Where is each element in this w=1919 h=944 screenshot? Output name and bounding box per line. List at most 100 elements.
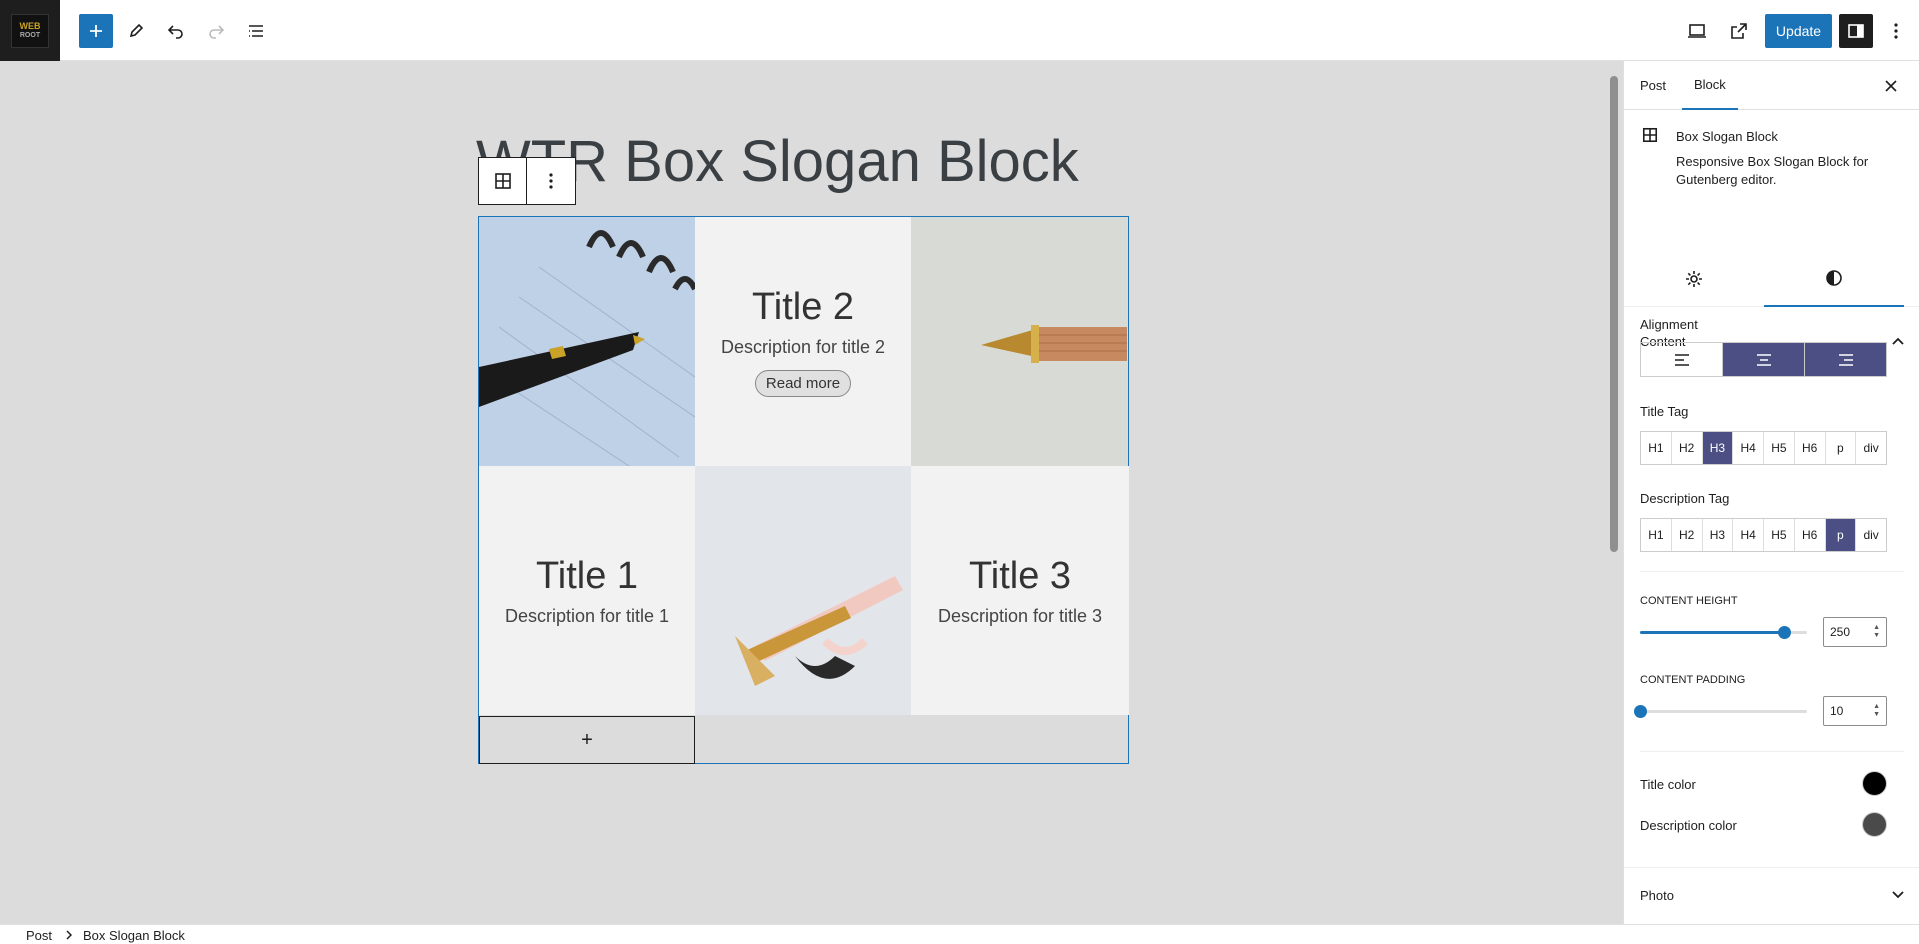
description-tag-control: H1 H2 H3 H4 H5 H6 p div (1640, 518, 1887, 552)
close-icon (1885, 79, 1897, 92)
document-overview-button[interactable] (239, 14, 273, 48)
title-tag-div[interactable]: div (1856, 432, 1886, 464)
title-color-swatch[interactable] (1862, 771, 1887, 796)
pencil-icon (129, 23, 144, 38)
spinner-arrows-icon[interactable]: ▲ ▼ (1873, 624, 1880, 640)
align-right-icon (1838, 353, 1853, 366)
canvas-scrollbar[interactable] (1605, 61, 1623, 924)
desc-tag-h3[interactable]: H3 (1703, 519, 1734, 551)
block-options-button[interactable] (527, 158, 575, 204)
cell-description[interactable]: Description for title 1 (505, 606, 669, 627)
title-color-label: Title color (1640, 777, 1696, 792)
update-button[interactable]: Update (1765, 14, 1832, 48)
breadcrumb-post[interactable]: Post (26, 928, 52, 943)
alignment-control (1640, 342, 1887, 377)
description-color-swatch[interactable] (1862, 812, 1887, 837)
box-slogan-grid[interactable]: Title 2 Description for title 2 Read mor… (478, 216, 1129, 764)
settings-toggle-button[interactable] (1839, 14, 1873, 48)
gear-icon (1686, 271, 1702, 287)
tab-settings[interactable] (1624, 251, 1764, 307)
photo-panel-toggle[interactable]: Photo (1624, 868, 1919, 922)
desc-tag-h2[interactable]: H2 (1672, 519, 1703, 551)
image-cell-pink-pens[interactable] (695, 466, 911, 715)
block-settings-subtabs (1624, 251, 1919, 307)
align-left-button[interactable] (1641, 343, 1723, 376)
site-logo[interactable]: WEB ROOT (0, 0, 60, 61)
breadcrumb-block[interactable]: Box Slogan Block (83, 928, 185, 943)
options-button[interactable] (1879, 14, 1913, 48)
chevron-up-icon (1892, 337, 1904, 345)
content-height-input[interactable]: 250 ▲ ▼ (1823, 617, 1887, 647)
preview-button[interactable] (1680, 14, 1714, 48)
content-padding-value: 10 (1830, 704, 1844, 718)
desktop-preview-icon (1688, 24, 1706, 38)
content-padding-slider-thumb[interactable] (1634, 705, 1647, 718)
content-padding-label: CONTENT PADDING (1640, 674, 1746, 686)
external-link-icon (1731, 23, 1747, 39)
tab-block[interactable]: Block (1682, 61, 1738, 110)
desc-tag-div[interactable]: div (1856, 519, 1886, 551)
image-cell-notebook[interactable] (479, 217, 695, 466)
content-height-slider[interactable] (1640, 626, 1807, 639)
block-name: Box Slogan Block (1676, 129, 1778, 144)
desc-tag-h1[interactable]: H1 (1641, 519, 1672, 551)
more-vertical-icon (549, 173, 553, 189)
cell-title[interactable]: Title 3 (969, 555, 1071, 598)
text-cell-3[interactable]: Title 3 Description for title 3 (911, 466, 1129, 715)
desc-tag-h6[interactable]: H6 (1795, 519, 1826, 551)
desc-tag-h5[interactable]: H5 (1764, 519, 1795, 551)
title-tag-control: H1 H2 H3 H4 H5 H6 p div (1640, 431, 1887, 465)
chevron-right-icon (66, 928, 73, 943)
desc-tag-h4[interactable]: H4 (1733, 519, 1764, 551)
cell-title[interactable]: Title 2 (752, 286, 854, 329)
title-tag-h2[interactable]: H2 (1672, 432, 1703, 464)
desc-tag-p[interactable]: p (1825, 519, 1857, 551)
undo-button[interactable] (159, 14, 193, 48)
more-vertical-icon (1894, 23, 1898, 39)
add-block-button[interactable] (79, 14, 113, 48)
tab-post[interactable]: Post (1640, 61, 1666, 110)
list-view-icon (249, 25, 263, 37)
logo-mark: WEB ROOT (11, 13, 49, 48)
divider (1640, 751, 1904, 752)
content-padding-slider[interactable] (1634, 705, 1807, 718)
block-grid-icon (494, 173, 511, 189)
spinner-arrows-icon[interactable]: ▲ ▼ (1873, 703, 1880, 719)
read-more-button[interactable]: Read more (754, 370, 852, 397)
text-cell-1[interactable]: Title 1 Description for title 1 (479, 466, 695, 715)
add-cell-button[interactable]: + (479, 716, 695, 764)
scrollbar-thumb[interactable] (1610, 76, 1618, 552)
image-cell-fountain-pen[interactable] (911, 217, 1127, 466)
block-type-button[interactable] (479, 158, 527, 204)
title-tag-h6[interactable]: H6 (1795, 432, 1826, 464)
close-sidebar-button[interactable] (1876, 61, 1906, 110)
divider (1640, 571, 1904, 572)
view-post-button[interactable] (1722, 14, 1756, 48)
cell-title[interactable]: Title 1 (536, 555, 638, 598)
content-padding-input[interactable]: 10 ▲ ▼ (1823, 696, 1887, 726)
align-right-button[interactable] (1805, 343, 1886, 376)
text-cell-2[interactable]: Title 2 Description for title 2 Read mor… (695, 217, 911, 466)
contrast-icon (1826, 270, 1842, 286)
content-height-value: 250 (1830, 625, 1851, 639)
title-tag-h1[interactable]: H1 (1641, 432, 1672, 464)
logo-text: WEB (19, 20, 41, 31)
content-height-slider-thumb[interactable] (1777, 626, 1791, 639)
cell-description[interactable]: Description for title 3 (938, 606, 1102, 627)
settings-sidebar: Post Block Box Slogan Block Responsive B… (1623, 61, 1919, 924)
tools-button[interactable] (119, 14, 153, 48)
title-tag-h3[interactable]: H3 (1702, 432, 1734, 464)
title-tag-p[interactable]: p (1826, 432, 1857, 464)
cell-description[interactable]: Description for title 2 (721, 337, 885, 358)
logo-subtext: ROOT (19, 31, 41, 39)
title-tag-h5[interactable]: H5 (1764, 432, 1795, 464)
redo-button[interactable] (199, 14, 233, 48)
tab-styles[interactable] (1764, 251, 1904, 307)
title-tag-h4[interactable]: H4 (1733, 432, 1764, 464)
block-grid-icon (1642, 127, 1658, 143)
fountain-pen-image (911, 217, 1127, 466)
sidebar-tabs: Post Block (1624, 61, 1919, 110)
photo-panel-title: Photo (1640, 887, 1674, 903)
description-color-label: Description color (1640, 818, 1737, 833)
align-center-button[interactable] (1723, 343, 1805, 376)
